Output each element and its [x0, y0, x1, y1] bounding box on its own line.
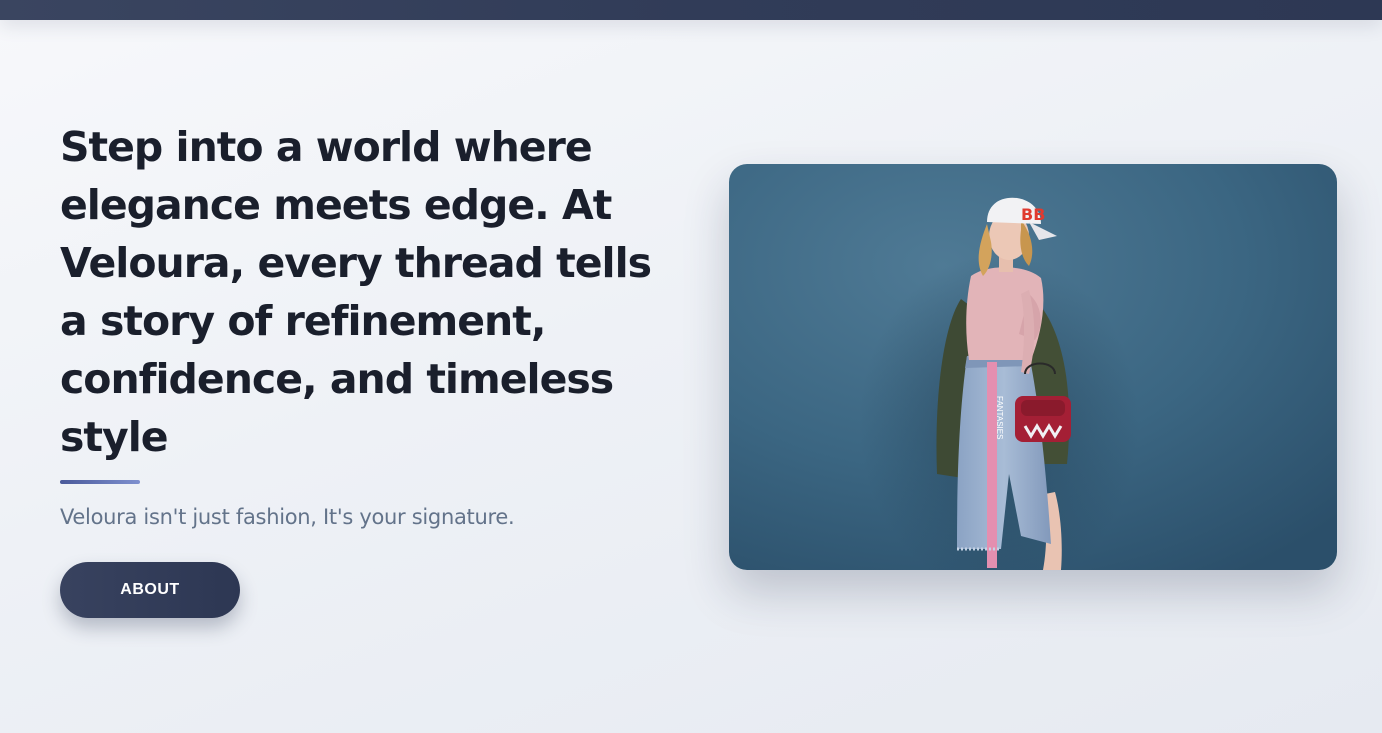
- cap-logo-text: BB: [1021, 205, 1045, 224]
- accent-divider: [60, 480, 140, 484]
- about-button[interactable]: ABOUT: [60, 562, 240, 618]
- skirt-print-text: FANTASIES: [995, 396, 1004, 439]
- hero-image: FANTASIES BB: [729, 164, 1337, 570]
- fashion-model-photo: FANTASIES BB: [729, 164, 1337, 570]
- hero-headline: Step into a world where elegance meets e…: [60, 123, 652, 461]
- top-bar: [0, 0, 1382, 20]
- hero-tagline: Veloura isn't just fashion, It's your si…: [60, 505, 515, 529]
- hero-text: Step into a world where elegance meets e…: [60, 118, 690, 529]
